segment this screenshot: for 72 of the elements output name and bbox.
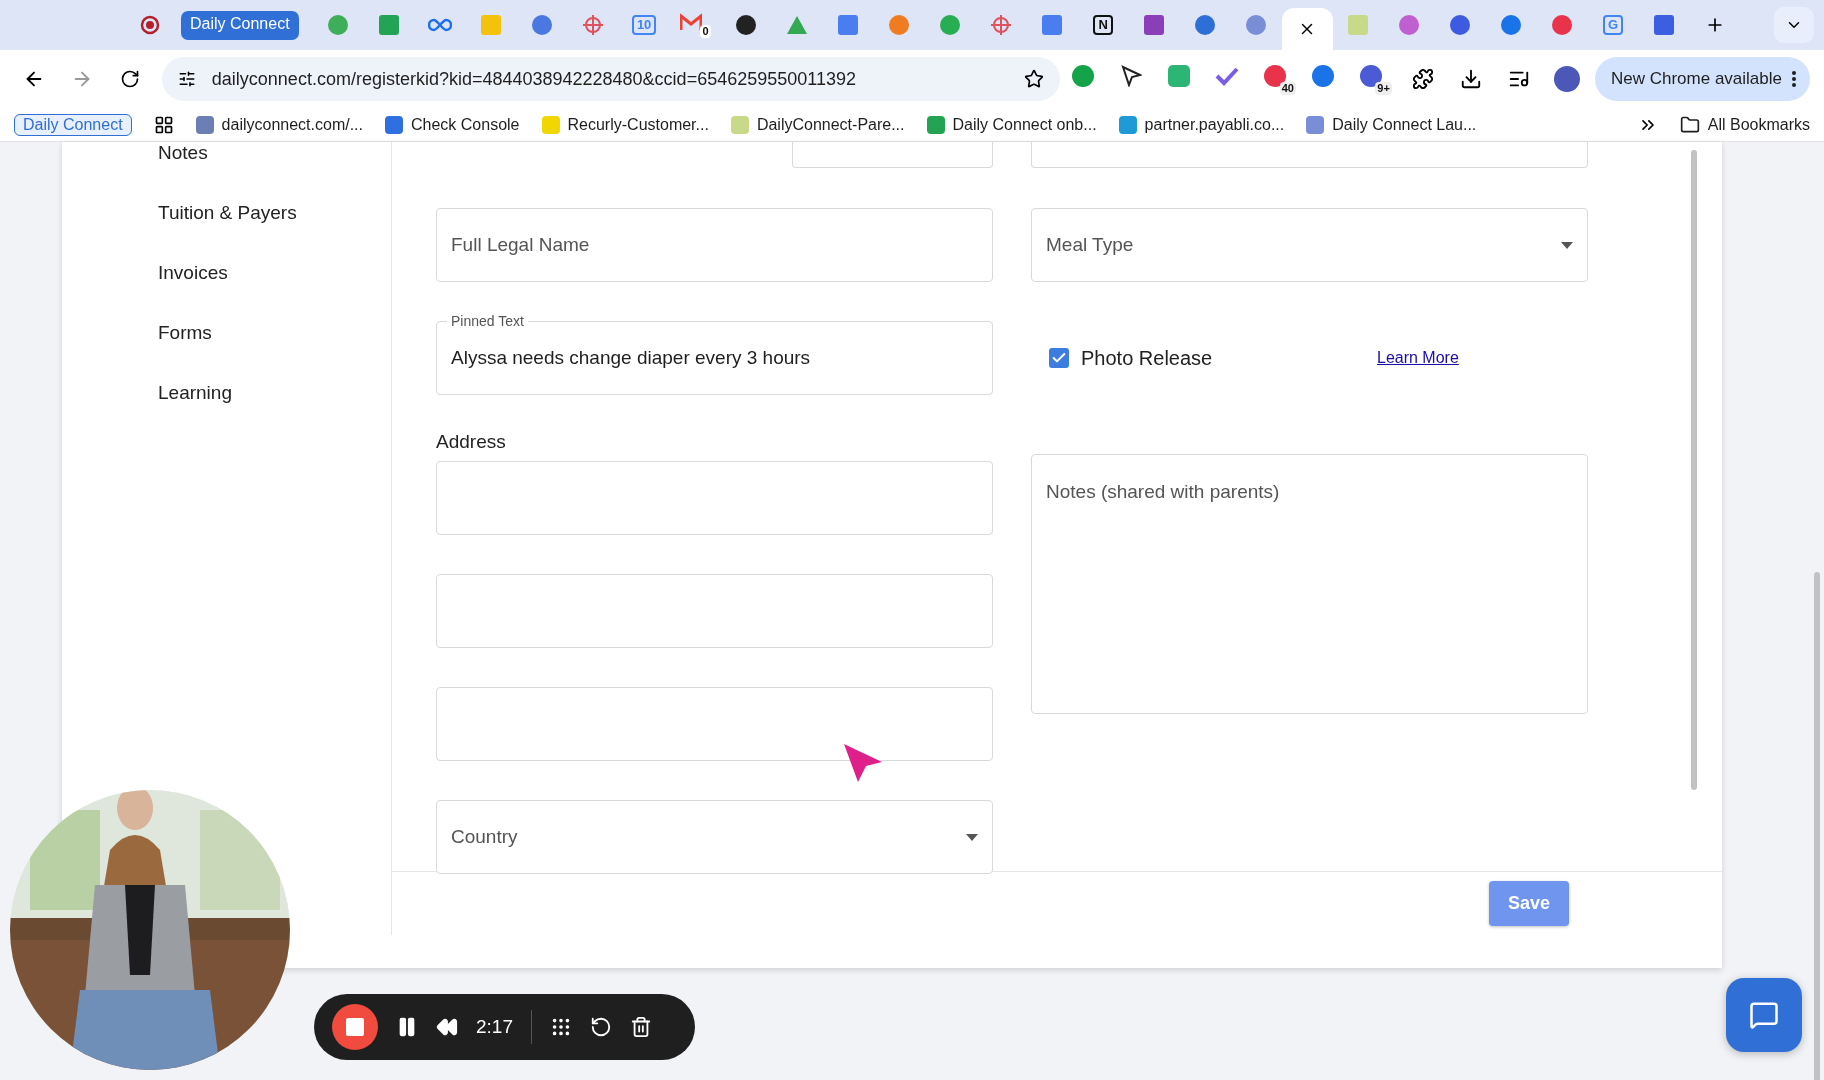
rewind-icon	[436, 1016, 458, 1038]
address-label: Address	[436, 431, 507, 453]
checkbox-label: Photo Release	[1081, 346, 1214, 370]
text-field[interactable]	[436, 687, 993, 761]
square-icon[interactable]	[1654, 15, 1675, 35]
sidebar-item[interactable]: Invoices	[158, 262, 391, 284]
address-bar[interactable]: dailyconnect.com/registerkid?kid=4844038942228480&ccid=6546259550011392	[161, 57, 1060, 101]
chat-button[interactable]	[1726, 978, 1802, 1052]
cursor-icon	[842, 742, 884, 784]
sidebar-item[interactable]: Notes	[158, 142, 391, 164]
recording-time: 2:17	[476, 1016, 513, 1038]
checkbox[interactable]	[1049, 348, 1069, 368]
rewind-button[interactable]	[436, 1016, 458, 1038]
infinity-icon[interactable]	[428, 18, 453, 32]
circle-icon[interactable]	[735, 14, 758, 36]
bookmark-item[interactable]: Daily Connect Lau...	[1306, 115, 1477, 134]
square-icon[interactable]	[838, 15, 859, 35]
tab-group[interactable]: Daily Connect	[181, 10, 299, 40]
square-icon[interactable]	[1144, 15, 1165, 35]
browser-tab[interactable]	[1281, 8, 1333, 50]
chat-icon	[1749, 1000, 1779, 1030]
restart-icon	[590, 1016, 612, 1038]
dropdown-icon	[966, 833, 978, 841]
text-field[interactable]	[436, 574, 993, 648]
stop-button[interactable]	[332, 1004, 378, 1050]
reload-icon	[119, 69, 140, 89]
bookmark-item[interactable]: partner.payabli.co...	[1118, 115, 1285, 134]
page-scrollbar[interactable]	[1814, 572, 1820, 1080]
square-icon[interactable]	[1042, 15, 1063, 35]
crosshair-icon[interactable]	[582, 14, 605, 36]
download-icon[interactable]	[1460, 68, 1483, 90]
select-field[interactable]: Meal Type	[1031, 208, 1588, 282]
sidebar-item[interactable]: Learning	[158, 382, 391, 404]
text-field[interactable]	[436, 461, 993, 535]
apps-icon[interactable]	[153, 114, 174, 135]
bookmark-group[interactable]: Daily Connect	[14, 113, 132, 136]
square-icon[interactable]	[379, 15, 400, 35]
text-field[interactable]	[792, 142, 993, 168]
dots-grid-icon	[550, 1016, 572, 1038]
stop-icon	[346, 1018, 364, 1036]
site-settings-icon[interactable]	[177, 70, 196, 88]
more-icon	[1792, 71, 1796, 87]
text-field[interactable]: Pinned Text Alyssa needs change diaper every 3 hours	[436, 312, 993, 395]
puzzle-icon[interactable]	[1412, 68, 1435, 90]
notes-textarea[interactable]: Notes (shared with parents)	[1031, 454, 1588, 714]
select-field[interactable]: Country	[436, 800, 993, 874]
update-button[interactable]: New Chrome available	[1594, 57, 1810, 101]
sidebar-item[interactable]: Forms	[158, 322, 391, 344]
bookmark-item[interactable]: dailyconnect.com/...	[195, 115, 363, 134]
grid-button[interactable]	[550, 1016, 572, 1038]
dropdown-icon	[1561, 241, 1573, 249]
scrollbar-thumb[interactable]	[1691, 150, 1697, 790]
learn-more-link[interactable]: Learn More	[1377, 349, 1459, 367]
triangle-icon[interactable]	[786, 15, 809, 35]
delete-button[interactable]	[630, 1016, 652, 1038]
url-text: dailyconnect.com/registerkid?kid=4844038942228480&ccid=6546259550011392	[211, 68, 857, 90]
tab-favicon[interactable]: N	[1093, 15, 1113, 35]
profile-avatar[interactable]	[1553, 66, 1580, 92]
record-icon[interactable]	[139, 15, 160, 35]
bookmark-item[interactable]: DailyConnect-Pare...	[730, 115, 905, 134]
bookmark-item[interactable]: Check Console	[385, 115, 520, 134]
bookmark-item[interactable]: Recurly-Customer...	[541, 115, 709, 134]
text-field[interactable]: Full Legal Name	[436, 208, 993, 282]
restart-button[interactable]	[590, 1016, 612, 1038]
crosshair-icon[interactable]	[990, 14, 1013, 36]
folder-icon	[1679, 114, 1700, 135]
bookmark-star-icon[interactable]	[1023, 69, 1044, 89]
sidebar-item[interactable]: Tuition & Payers	[158, 202, 391, 224]
bookmark-item[interactable]: Daily Connect onb...	[926, 115, 1097, 134]
trash-icon	[630, 1016, 652, 1038]
text-field[interactable]	[1031, 142, 1588, 168]
all-bookmarks[interactable]: All Bookmarks	[1679, 114, 1810, 135]
